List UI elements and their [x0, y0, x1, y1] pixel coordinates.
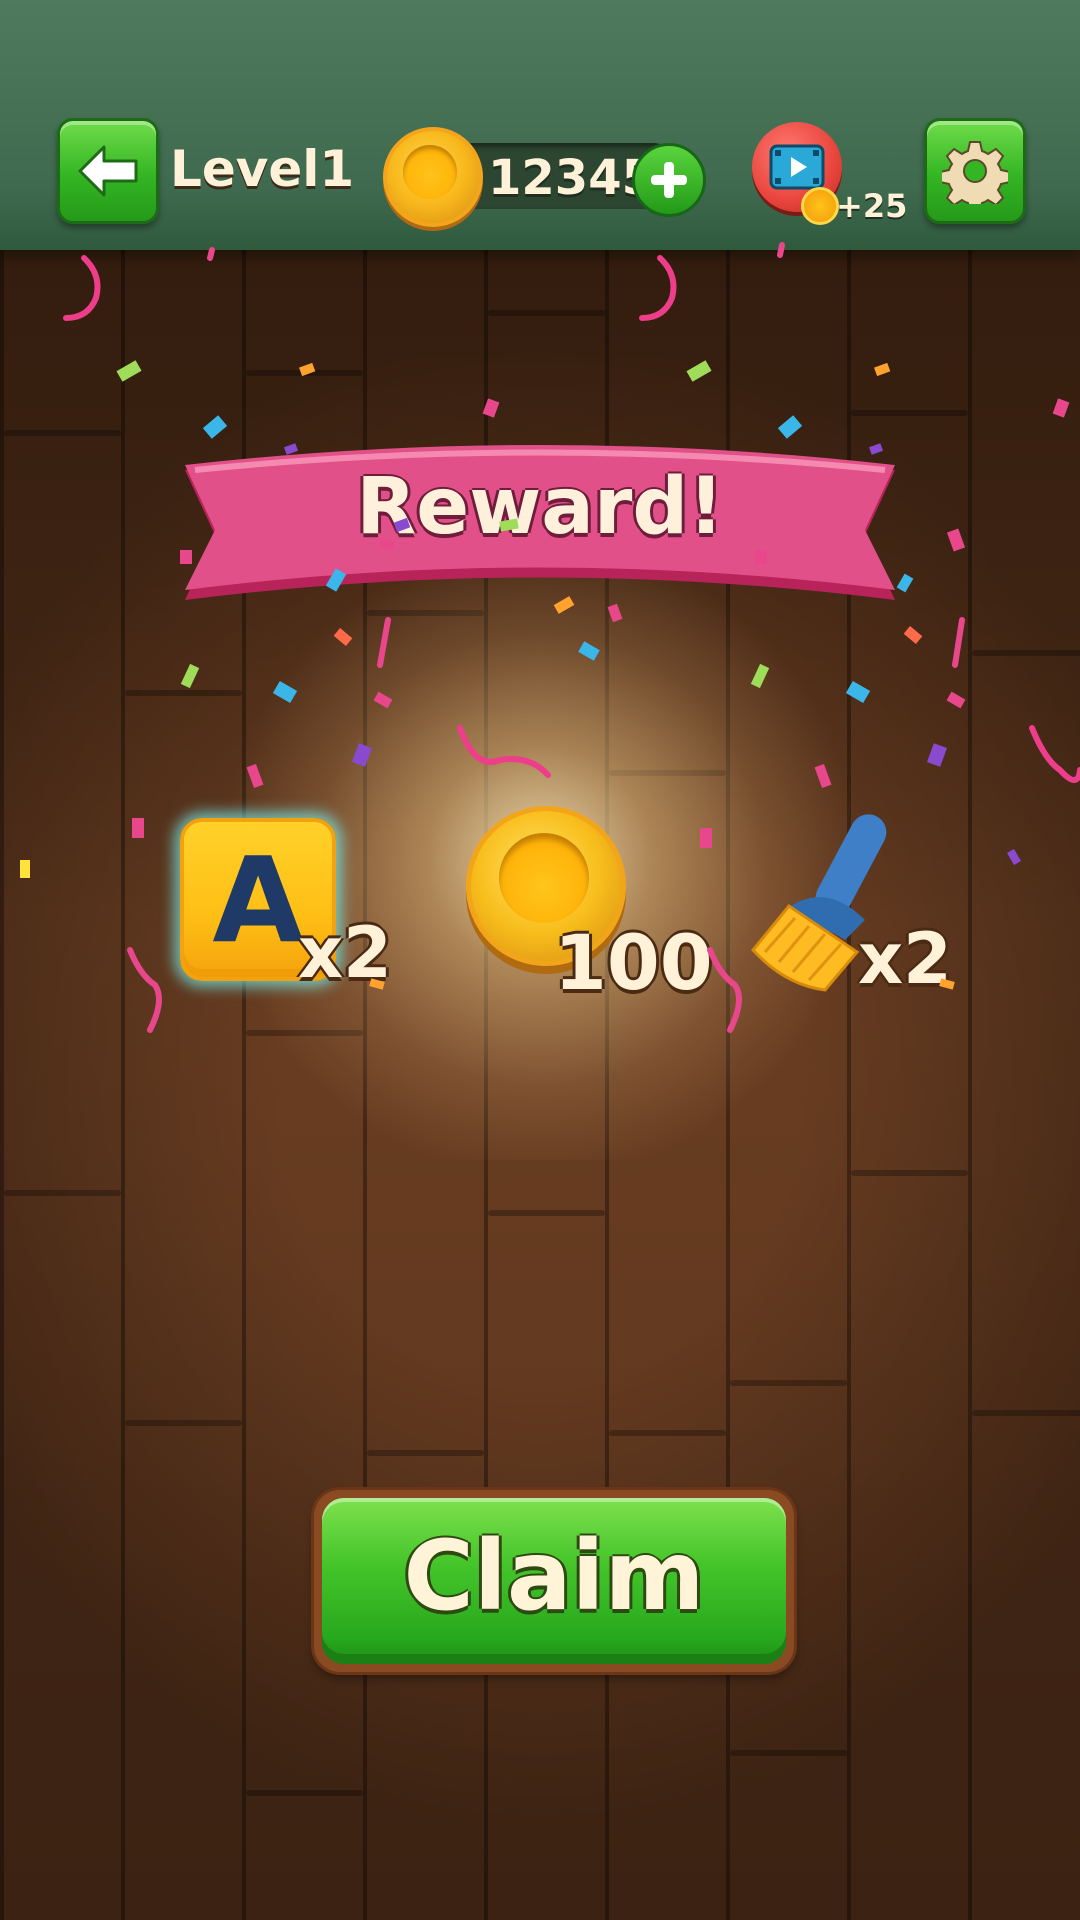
settings-button[interactable]: [924, 118, 1026, 224]
add-coins-button[interactable]: [632, 143, 706, 217]
gear-icon: [942, 141, 1008, 204]
brush-quantity: x2: [858, 918, 952, 1000]
video-film-icon: [769, 144, 825, 190]
level-label: Level1: [170, 140, 355, 198]
video-bonus-amount: +25: [836, 187, 908, 225]
coin-reward-amount: 100: [554, 918, 713, 1007]
reward-title: Reward!: [356, 462, 724, 552]
coin-icon: [383, 127, 483, 227]
back-button[interactable]: [57, 118, 159, 224]
letter-hint-quantity: x2: [298, 912, 392, 994]
bonus-coin-icon: [801, 187, 839, 225]
back-arrow-icon: [78, 145, 138, 197]
plus-icon: [651, 162, 687, 198]
top-bar: [0, 0, 1080, 250]
claim-button-label: Claim: [403, 1520, 705, 1632]
claim-button[interactable]: Claim: [322, 1498, 786, 1664]
coin-balance: 12345: [488, 150, 655, 206]
